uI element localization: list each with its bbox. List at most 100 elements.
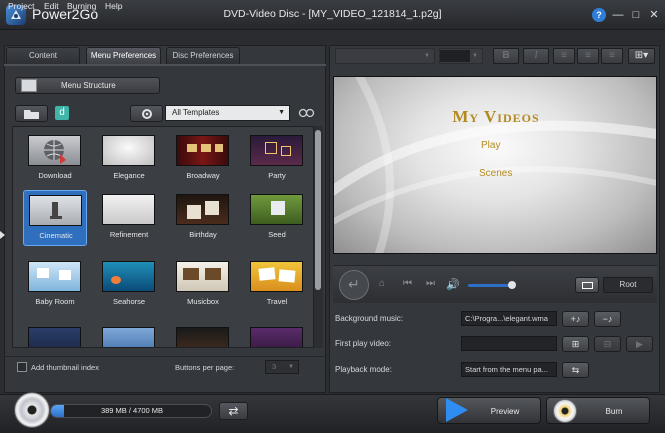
preview-menu-title[interactable]: My Videos [334, 107, 656, 127]
template-tile-download[interactable]: Download [23, 131, 87, 187]
buttons-per-page-value: 3 [272, 362, 277, 371]
collapse-arrow-icon[interactable] [0, 231, 5, 239]
folder-icon [24, 110, 39, 119]
playback-mode-settings-button[interactable]: ⇆ [562, 362, 589, 378]
template-thumbnail [250, 194, 303, 225]
home-icon[interactable]: ⌂ [379, 278, 385, 289]
template-tile-seed[interactable]: Seed [245, 190, 309, 246]
template-label: Download [38, 171, 72, 180]
template-label: Travel [266, 297, 288, 306]
menu-project[interactable]: Project [8, 1, 34, 11]
template-grid-scrollbar[interactable] [314, 126, 323, 348]
template-thumbnail [28, 135, 81, 166]
template-thumbnail [102, 135, 155, 166]
chevron-down-icon: ▼ [472, 53, 478, 59]
screen-mode-button[interactable] [575, 277, 599, 293]
template-tile-cinematic[interactable]: Cinematic [23, 190, 87, 246]
add-first-play-button[interactable]: ⊞ [562, 336, 589, 352]
enter-button[interactable]: ↵ [339, 270, 369, 300]
template-thumbnail [176, 135, 229, 166]
previous-icon[interactable]: ⏮ [403, 278, 412, 289]
tab-underline [4, 64, 326, 66]
buttons-per-page-label: Buttons per page: [175, 363, 235, 372]
template-label: Birthday [189, 230, 217, 239]
first-play-label: First play video: [335, 339, 392, 348]
background-music-field[interactable]: C:\Progra...\elegant.wma [461, 311, 557, 326]
template-tile-birthday[interactable]: Birthday [171, 190, 235, 246]
next-icon[interactable]: ⏭ [426, 278, 435, 289]
directorzone-icon[interactable]: d [55, 106, 69, 120]
playback-controls: ↵ ⌂ ⏮ ⏭ 🔊 Root [333, 265, 657, 303]
window-title: DVD-Video Disc - [MY_VIDEO_121814_1.p2g] [223, 8, 442, 20]
align-left-button[interactable]: ≡ [553, 48, 575, 64]
play-first-play-button[interactable]: ▶ [626, 336, 653, 352]
template-thumbnail [250, 135, 303, 166]
template-thumbnail [28, 261, 81, 292]
swap-icon[interactable]: ⇄ [219, 402, 248, 420]
template-filter-value: All Templates [172, 108, 220, 117]
template-tile-partial[interactable] [97, 323, 161, 347]
maximize-button[interactable]: □ [629, 8, 643, 22]
scrollbar-thumb[interactable] [315, 130, 321, 290]
align-right-button[interactable]: ≡ [601, 48, 623, 64]
menu-structure-icon [21, 79, 37, 92]
add-music-button[interactable]: +♪ [562, 311, 589, 327]
preview-menu-play[interactable]: Play [481, 140, 500, 151]
template-tile-partial[interactable] [245, 323, 309, 347]
menu-edit[interactable]: Edit [44, 1, 59, 11]
preview-menu-scenes[interactable]: Scenes [479, 168, 512, 179]
menu-structure-button[interactable]: Menu Structure [15, 77, 160, 94]
menu-help[interactable]: Help [105, 1, 122, 11]
burn-button[interactable]: Burn [546, 397, 650, 424]
align-center-button[interactable]: ≡ [577, 48, 599, 64]
chevron-down-icon: ▼ [278, 109, 285, 116]
tab-menu-preferences[interactable]: Menu Preferences [86, 47, 161, 64]
first-play-field[interactable] [461, 336, 557, 351]
template-label: Seed [268, 230, 286, 239]
template-thumbnail [28, 327, 81, 347]
template-tile-seahorse[interactable]: Seahorse [97, 257, 161, 313]
template-filter-select[interactable]: All Templates ▼ [165, 105, 290, 121]
template-tile-partial[interactable] [23, 323, 87, 347]
menu-level-root: Root [603, 277, 653, 293]
template-label: Musicbox [187, 297, 219, 306]
preview-button[interactable]: Preview [437, 397, 541, 424]
layout-grid-button[interactable]: ⊞▾ [628, 48, 655, 64]
tab-content[interactable]: Content [6, 47, 80, 64]
italic-button[interactable]: I [523, 48, 549, 64]
template-tile-broadway[interactable]: Broadway [171, 131, 235, 187]
volume-icon[interactable]: 🔊 [446, 278, 460, 291]
volume-slider-knob[interactable] [508, 281, 516, 289]
template-label: Party [268, 171, 286, 180]
template-tile-partial[interactable] [171, 323, 235, 347]
font-family-select[interactable]: ▼ [335, 48, 435, 64]
template-tile-musicbox[interactable]: Musicbox [171, 257, 235, 313]
close-button[interactable]: ✕ [647, 8, 661, 22]
minimize-button[interactable]: — [611, 8, 625, 22]
import-template-button[interactable] [15, 105, 48, 122]
text-format-toolbar: ▼ ▼ B I ≡ ≡ ≡ ⊞▾ [333, 48, 657, 68]
template-tile-party[interactable]: Party [245, 131, 309, 187]
chevron-down-icon: ▼ [424, 53, 430, 59]
remove-music-button[interactable]: −♪ [594, 311, 621, 327]
template-tile-elegance[interactable]: Elegance [97, 131, 161, 187]
buttons-per-page-select[interactable]: 3 ▼ [265, 360, 299, 374]
thumbnail-index-checkbox[interactable] [17, 362, 27, 372]
background-music-label: Background music: [335, 314, 404, 323]
tab-disc-preferences[interactable]: Disc Preferences [166, 47, 240, 64]
help-button[interactable]: ? [592, 8, 606, 22]
playback-mode-field[interactable]: Start from the menu pa... [461, 362, 557, 377]
template-label: Seahorse [112, 297, 146, 306]
enter-icon: ↵ [348, 276, 360, 292]
template-settings-button[interactable] [130, 105, 163, 122]
link-icon[interactable] [298, 106, 316, 119]
font-color-swatch[interactable] [440, 50, 470, 62]
template-label: Refinement [109, 230, 149, 239]
remove-first-play-button[interactable]: ⊟ [594, 336, 621, 352]
template-thumbnail [250, 261, 303, 292]
bold-button[interactable]: B [493, 48, 519, 64]
menu-burning[interactable]: Burning [67, 1, 96, 11]
template-tile-refinement[interactable]: Refinement [97, 190, 161, 246]
template-tile-travel[interactable]: Travel [245, 257, 309, 313]
template-tile-baby-room[interactable]: Baby Room [23, 257, 87, 313]
